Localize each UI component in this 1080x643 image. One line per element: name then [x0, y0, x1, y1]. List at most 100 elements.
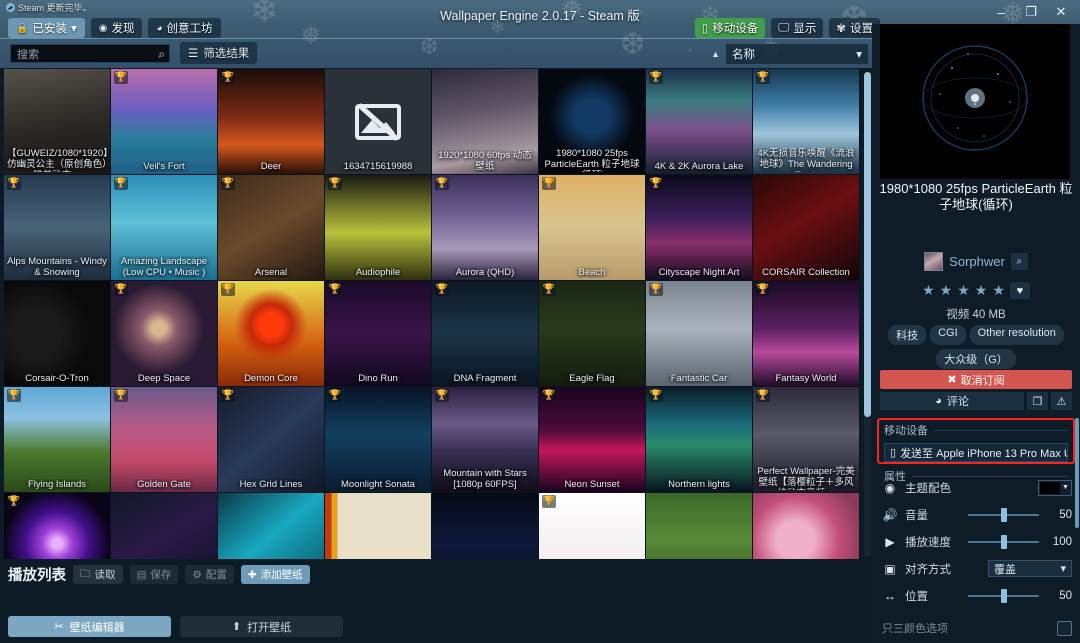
detail-tag[interactable]: CGI — [930, 325, 966, 345]
mobile-device-button[interactable]: ▯ 移动设备 — [694, 18, 766, 38]
trophy-badge-icon: 🏆 — [221, 283, 235, 296]
property-slider[interactable] — [968, 534, 1039, 549]
wallpaper-tile[interactable]: 🏆 Alps Mountains - Windy & Snowing — [4, 175, 110, 280]
wallpaper-tile[interactable]: 🏆 Dino Run — [325, 281, 431, 386]
wallpaper-tile[interactable]: 🏆 Veil's Fort — [111, 69, 217, 174]
property-value: 50 — [1059, 589, 1072, 602]
playlist-add-label: 添加壁纸 — [260, 569, 303, 581]
wallpaper-tile[interactable]: 🏆 4K无损音乐唤醒《流浪地球》The Wandering Earth — [753, 69, 859, 174]
wallpaper-tile[interactable] — [646, 493, 752, 559]
wallpaper-tile[interactable] — [325, 493, 431, 559]
filter-results-button[interactable]: ☰ 筛选结果 — [180, 42, 258, 64]
wallpaper-preview[interactable] — [880, 24, 1070, 179]
wallpaper-grid[interactable]: 【GUWEIZ/1080*1920】 仿幽灵公主（原创角色）唯美动态… 🏆 Veil… — [4, 69, 860, 559]
grid-scrollbar[interactable] — [864, 72, 871, 556]
wallpaper-tile[interactable]: 🏆 Demon Core — [218, 281, 324, 386]
wallpaper-tile[interactable]: 1920*1080 60fps 动态壁纸 — [432, 69, 538, 174]
wallpaper-tile[interactable]: 🏆 4K & 2K Aurora Lake — [646, 69, 752, 174]
wallpaper-tile[interactable]: 🏆 Hex Grid Lines — [218, 387, 324, 492]
maximize-button[interactable]: ❐ — [1016, 0, 1046, 24]
detail-tag[interactable]: Other resolution — [969, 325, 1064, 345]
wallpaper-thumbnail — [432, 175, 538, 280]
copy-icon[interactable]: ❐ — [1027, 392, 1048, 410]
wallpaper-tile[interactable]: 🏆 Moonlight Sonata — [325, 387, 431, 492]
property-row: ↔ 位置 50 — [882, 582, 1072, 609]
cut-option-checkbox[interactable] — [1057, 620, 1072, 636]
property-slider[interactable] — [968, 588, 1039, 603]
wallpaper-tile[interactable]: 🏆 Cityscape Night Art — [646, 175, 752, 280]
wallpaper-tile[interactable]: 【GUWEIZ/1080*1920】 仿幽灵公主（原创角色）唯美动态… — [4, 69, 110, 174]
wallpaper-tile[interactable]: Corsair-O-Tron — [4, 281, 110, 386]
slider-knob[interactable] — [1000, 588, 1007, 603]
close-button[interactable]: ✕ — [1046, 0, 1076, 24]
wallpaper-tile[interactable] — [432, 493, 538, 559]
tab-discover[interactable]: ◉ 发现 — [90, 18, 143, 38]
panel-scrollbar-thumb[interactable] — [1075, 418, 1079, 528]
unsubscribe-button[interactable]: ✖ 取消订阅 — [880, 370, 1072, 389]
wallpaper-tile[interactable]: 1634715619988 — [325, 69, 431, 174]
display-button[interactable]: 🖵 显示 — [771, 18, 824, 38]
star-icon[interactable]: ★ — [957, 282, 970, 299]
wallpaper-tile[interactable]: 1980*1080 25fps ParticleEarth 粒子地球(循环) — [539, 69, 645, 174]
wallpaper-tile[interactable]: 🏆 Golden Gate — [111, 387, 217, 492]
tab-workshop[interactable]: ◕ 创意工坊 — [148, 18, 221, 38]
search-input[interactable]: 搜索 ⌕ — [10, 44, 170, 63]
wallpaper-tile[interactable]: 🏆 Eagle Flag — [539, 281, 645, 386]
wallpaper-tile[interactable]: CORSAIR Collection — [753, 175, 859, 280]
wallpaper-tile[interactable]: 🏆 Aurora (QHD) — [432, 175, 538, 280]
tab-installed[interactable]: 🔒 已安装 ▾ — [8, 18, 85, 38]
wallpaper-tile[interactable]: 🏆 Fantasy World — [753, 281, 859, 386]
wallpaper-tile[interactable] — [111, 493, 217, 559]
wallpaper-tile[interactable]: 🏆 — [539, 493, 645, 559]
playlist-save-button[interactable]: ▤ 保存 — [129, 565, 179, 584]
sort-select[interactable]: 名称 ▾ — [726, 44, 868, 64]
playlist-load-button[interactable]: 🗀 读取 — [73, 565, 123, 584]
wallpaper-thumbnail — [539, 281, 645, 386]
wallpaper-tile[interactable]: 🏆 Beach — [539, 175, 645, 280]
detail-tag[interactable]: 科技 — [888, 325, 927, 345]
wallpaper-thumbnail — [646, 387, 752, 492]
filter-label: 筛选结果 — [203, 48, 250, 60]
color-swatch-picker[interactable]: ▼ — [1038, 479, 1072, 496]
wallpaper-tile[interactable] — [753, 493, 859, 559]
detail-tag[interactable]: 大众级（G） — [936, 349, 1016, 369]
playlist-config-button[interactable]: ⚙ 配置 — [185, 565, 234, 584]
wallpaper-tile[interactable] — [218, 493, 324, 559]
star-icon[interactable]: ★ — [992, 282, 1005, 299]
send-to-device-button[interactable]: ▯ 发送至 Apple iPhone 13 Pro Max Ultra + — [884, 443, 1068, 462]
grid-scrollbar-thumb[interactable] — [864, 72, 871, 417]
wallpaper-editor-button[interactable]: ✂ 壁纸编辑器 — [8, 616, 171, 637]
wallpaper-tile[interactable]: 🏆 Amazing Landscape (Low CPU • Music ) — [111, 175, 217, 280]
wallpaper-tile[interactable]: 🏆 Deer — [218, 69, 324, 174]
star-icon[interactable]: ★ — [940, 282, 953, 299]
comment-button[interactable]: ◕ 评论 — [880, 392, 1024, 410]
star-icon[interactable]: ★ — [975, 282, 988, 299]
warning-icon[interactable]: ⚠ — [1051, 392, 1072, 410]
wallpaper-tile[interactable]: 🏆 DNA Fragment — [432, 281, 538, 386]
author-name[interactable]: Sorphwer — [949, 254, 1005, 269]
wallpaper-tile[interactable]: 🏆 Neon Sunset — [539, 387, 645, 492]
wallpaper-title: Audiophile — [355, 267, 401, 278]
triangle-up-icon[interactable]: ▲ — [711, 49, 720, 59]
minimize-button[interactable]: – — [986, 0, 1016, 24]
property-slider[interactable] — [968, 507, 1039, 522]
wallpaper-tile[interactable]: 🏆 Flying Islands — [4, 387, 110, 492]
slider-knob[interactable] — [1000, 507, 1007, 522]
wallpaper-tile[interactable]: 🏆 Deep Space — [111, 281, 217, 386]
star-icon[interactable]: ★ — [922, 282, 935, 299]
property-select[interactable]: 覆盖 ▾ — [988, 560, 1072, 577]
wallpaper-tile[interactable]: 🏆 — [4, 493, 110, 559]
wallpaper-tile[interactable]: 🏆 Arsenal — [218, 175, 324, 280]
search-icon[interactable]: ⌕ — [1010, 253, 1028, 270]
wallpaper-tile[interactable]: 🏆 Mountain with Stars [1080p 60FPS] — [432, 387, 538, 492]
detail-rating: ★ ★ ★ ★ ★ ♥ — [872, 282, 1080, 299]
wallpaper-tile[interactable]: 🏆 Audiophile — [325, 175, 431, 280]
wallpaper-tile[interactable]: 🏆 Perfect Wallpaper-完美壁纸【落樱粒子＋多风格动态音频… — [753, 387, 859, 492]
wallpaper-tile[interactable]: 🏆 Fantastic Car — [646, 281, 752, 386]
slider-knob[interactable] — [1000, 534, 1007, 549]
heart-icon[interactable]: ♥ — [1009, 282, 1030, 299]
wallpaper-tile[interactable]: 🏆 Northern lights — [646, 387, 752, 492]
playlist-add-wallpaper-button[interactable]: ✚ 添加壁纸 — [240, 565, 310, 584]
open-wallpaper-button[interactable]: ⬆ 打开壁纸 — [180, 616, 343, 637]
trophy-badge-icon: 🏆 — [542, 389, 556, 402]
